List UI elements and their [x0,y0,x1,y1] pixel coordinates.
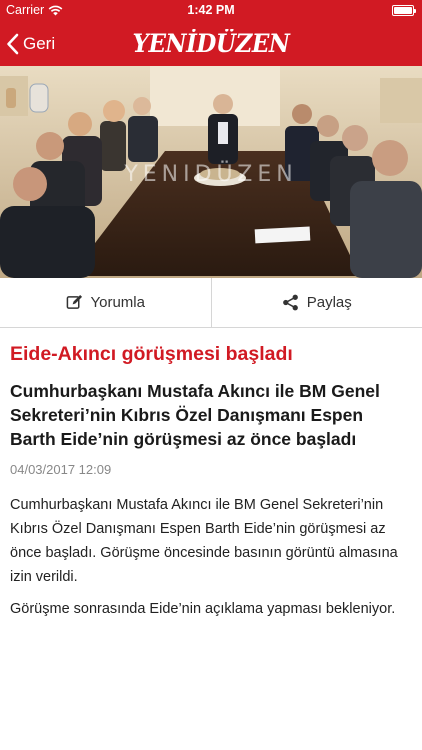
share-label: Paylaş [306,294,352,311]
battery-fill [394,7,412,14]
share-button[interactable]: Paylaş [210,278,422,327]
article-subheadline: Cumhurbaşkanı Mustafa Akıncı ile BM Gene… [10,381,380,449]
action-bar: Yorumla Paylaş [0,278,422,328]
article-paragraph: Görüşme sonrasında Eide’nin açıklama yap… [10,601,396,617]
comment-button[interactable]: Yorumla [0,278,211,327]
nav-bar: Geri YENİDÜZEN [0,22,422,66]
article-headline: Eide-Akıncı görüşmesi başladı [10,343,293,365]
edit-icon [66,294,82,309]
article-body: Cumhurbaşkanı Mustafa Akıncı ile BM Gene… [10,493,412,621]
article-paragraph: Cumhurbaşkanı Mustafa Akıncı ile BM Gene… [10,497,398,585]
comment-label: Yorumla [90,294,145,311]
photo-watermark: YENIDÜZEN [124,162,298,187]
article-date: 04/03/2017 12:09 [10,462,112,477]
share-icon [282,294,298,311]
status-bar: Carrier 1:42 PM [0,0,422,22]
article-content: Eide-Akıncı görüşmesi başladı Cumhurbaşk… [10,340,412,621]
battery-icon [392,5,416,16]
status-time: 1:42 PM [187,3,235,17]
article-photo: YENIDÜZEN [0,66,422,278]
app-logo: YENİDÜZEN [132,29,290,58]
